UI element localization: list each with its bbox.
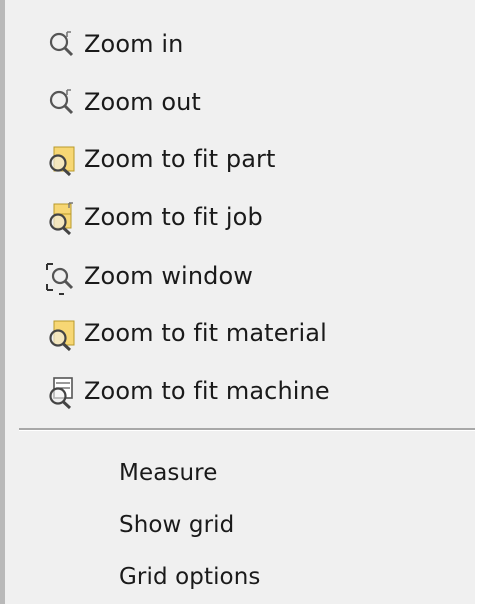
menu-item-label: Zoom to fit material [84,319,327,347]
menu-item-zoom-out[interactable]: Zoom out [5,76,475,124]
menu-item-zoom-in[interactable]: Zoom in [5,18,475,66]
zoom-window-icon [43,258,83,298]
context-menu: Zoom in Zoom out Zoom to fit part Zoom t… [0,0,478,604]
menu-item-label: Zoom to fit job [84,203,263,231]
menu-item-zoom-window[interactable]: Zoom window [5,250,475,298]
menu-item-label: Measure [119,460,218,486]
menu-item-zoom-to-fit-machine[interactable]: Zoom to fit machine [5,365,475,413]
menu-item-grid-options[interactable]: Grid options [5,552,475,600]
menu-item-zoom-to-fit-part[interactable]: Zoom to fit part [5,133,475,181]
menu-item-label: Zoom out [84,88,201,116]
menu-item-label: Show grid [119,512,235,538]
zoom-fit-machine-icon [43,373,83,413]
menu-item-label: Zoom to fit part [84,145,276,173]
menu-item-measure[interactable]: Measure [5,448,475,496]
zoom-in-icon [43,26,83,66]
menu-item-label: Zoom to fit machine [84,377,330,405]
menu-item-label: Grid options [119,564,261,590]
menu-item-zoom-to-fit-material[interactable]: Zoom to fit material [5,307,475,355]
zoom-fit-part-icon [43,141,83,181]
menu-item-zoom-to-fit-job[interactable]: Zoom to fit job [5,191,475,239]
menu-item-show-grid[interactable]: Show grid [5,500,475,548]
menu-separator [19,428,478,431]
zoom-out-icon [43,84,83,124]
menu-item-label: Zoom in [84,30,184,58]
zoom-fit-material-icon [43,315,83,355]
menu-item-label: Zoom window [84,262,253,290]
zoom-fit-job-icon [43,199,83,239]
